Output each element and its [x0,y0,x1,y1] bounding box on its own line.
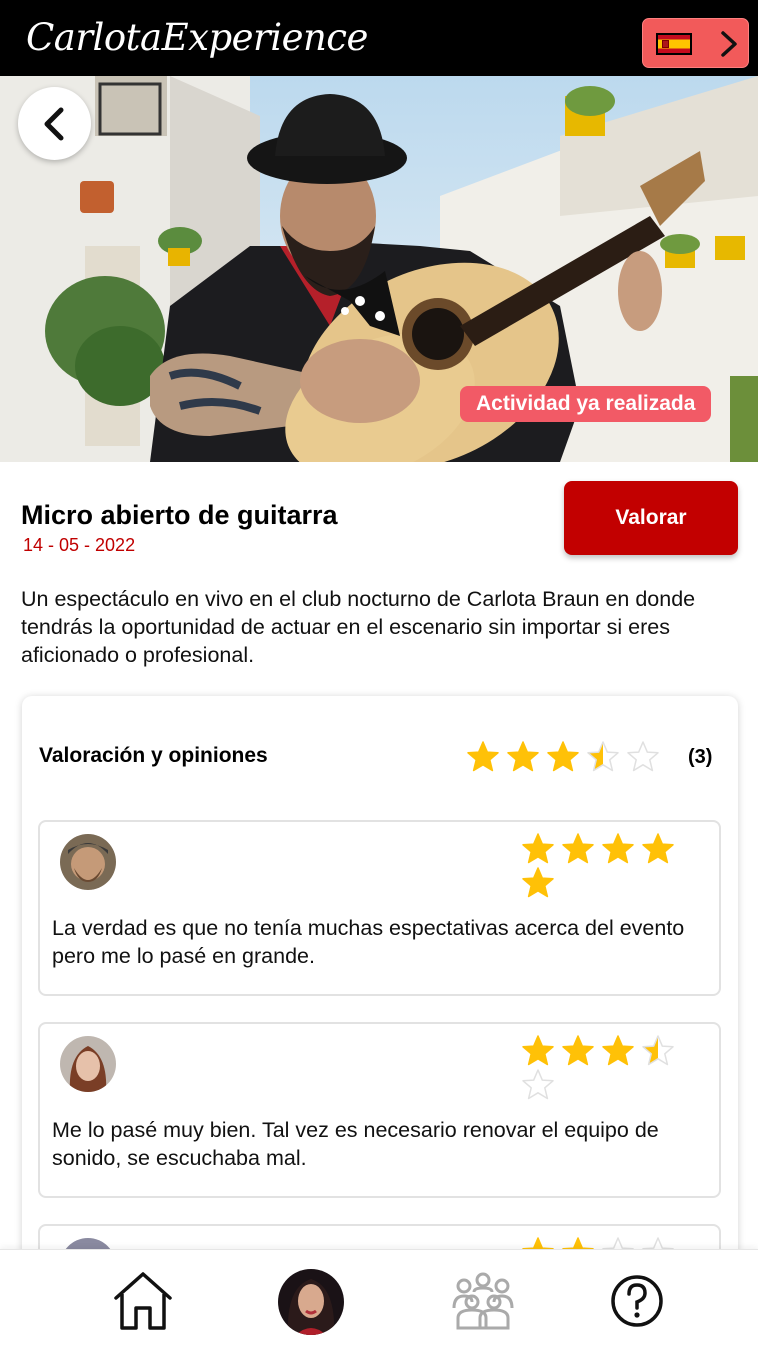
star-full-icon [562,1035,594,1066]
star-half-icon [587,741,619,772]
language-selector-button[interactable] [642,18,749,68]
rate-button[interactable]: Valorar [564,481,738,555]
review-item: Me lo pasé muy bien. Tal vez es necesari… [38,1022,721,1198]
star-full-icon [602,1035,634,1066]
review-text: Me lo pasé muy bien. Tal vez es necesari… [52,1118,659,1170]
review-count: (3) [688,746,713,768]
nav-help[interactable] [604,1268,670,1334]
activity-hero-image: Actividad ya realizada [0,76,758,462]
star-full-icon [642,833,674,864]
star-full-icon [522,1035,554,1066]
review-rating-stars [521,1034,719,1100]
star-full-icon [562,833,594,864]
activity-title: Micro abierto de guitarra [21,500,338,530]
star-full-icon [467,741,499,772]
chevron-right-icon [721,31,737,57]
activity-date: 14 - 05 - 2022 [23,535,136,555]
spain-flag-icon [656,33,692,55]
star-empty-icon [522,1069,554,1100]
star-half-icon [642,1035,674,1066]
star-full-icon [522,833,554,864]
average-rating-stars [466,740,666,774]
nav-profile-avatar[interactable] [278,1269,344,1335]
activity-description: Un espectáculo en vivo en el club noctur… [21,587,696,667]
star-full-icon [507,741,539,772]
review-rating-stars [521,832,719,898]
star-empty-icon [627,741,659,772]
back-button[interactable] [18,87,91,160]
home-icon [114,1272,172,1330]
star-full-icon [547,741,579,772]
nav-home[interactable] [110,1268,176,1334]
review-text: La verdad es que no tenía muchas especta… [52,916,685,968]
star-full-icon [522,867,554,898]
reviewer-avatar[interactable] [60,1036,116,1092]
nav-community[interactable] [450,1268,516,1334]
reviews-heading: Valoración y opiniones [39,744,268,767]
activity-completed-badge: Actividad ya realizada [460,386,712,422]
app-logo[interactable]: CarlotaExperience [26,12,368,64]
review-item: La verdad es que no tenía muchas especta… [38,820,721,996]
reviewer-avatar[interactable] [60,834,116,890]
profile-avatar [278,1269,344,1335]
app-header: CarlotaExperience [0,0,758,76]
chevron-left-icon [44,107,64,141]
star-full-icon [602,833,634,864]
reviews-card: Valoración y opiniones (3) La verdad es … [22,696,738,1336]
help-icon [611,1275,663,1327]
community-icon [452,1272,514,1330]
bottom-navigation [0,1249,758,1350]
